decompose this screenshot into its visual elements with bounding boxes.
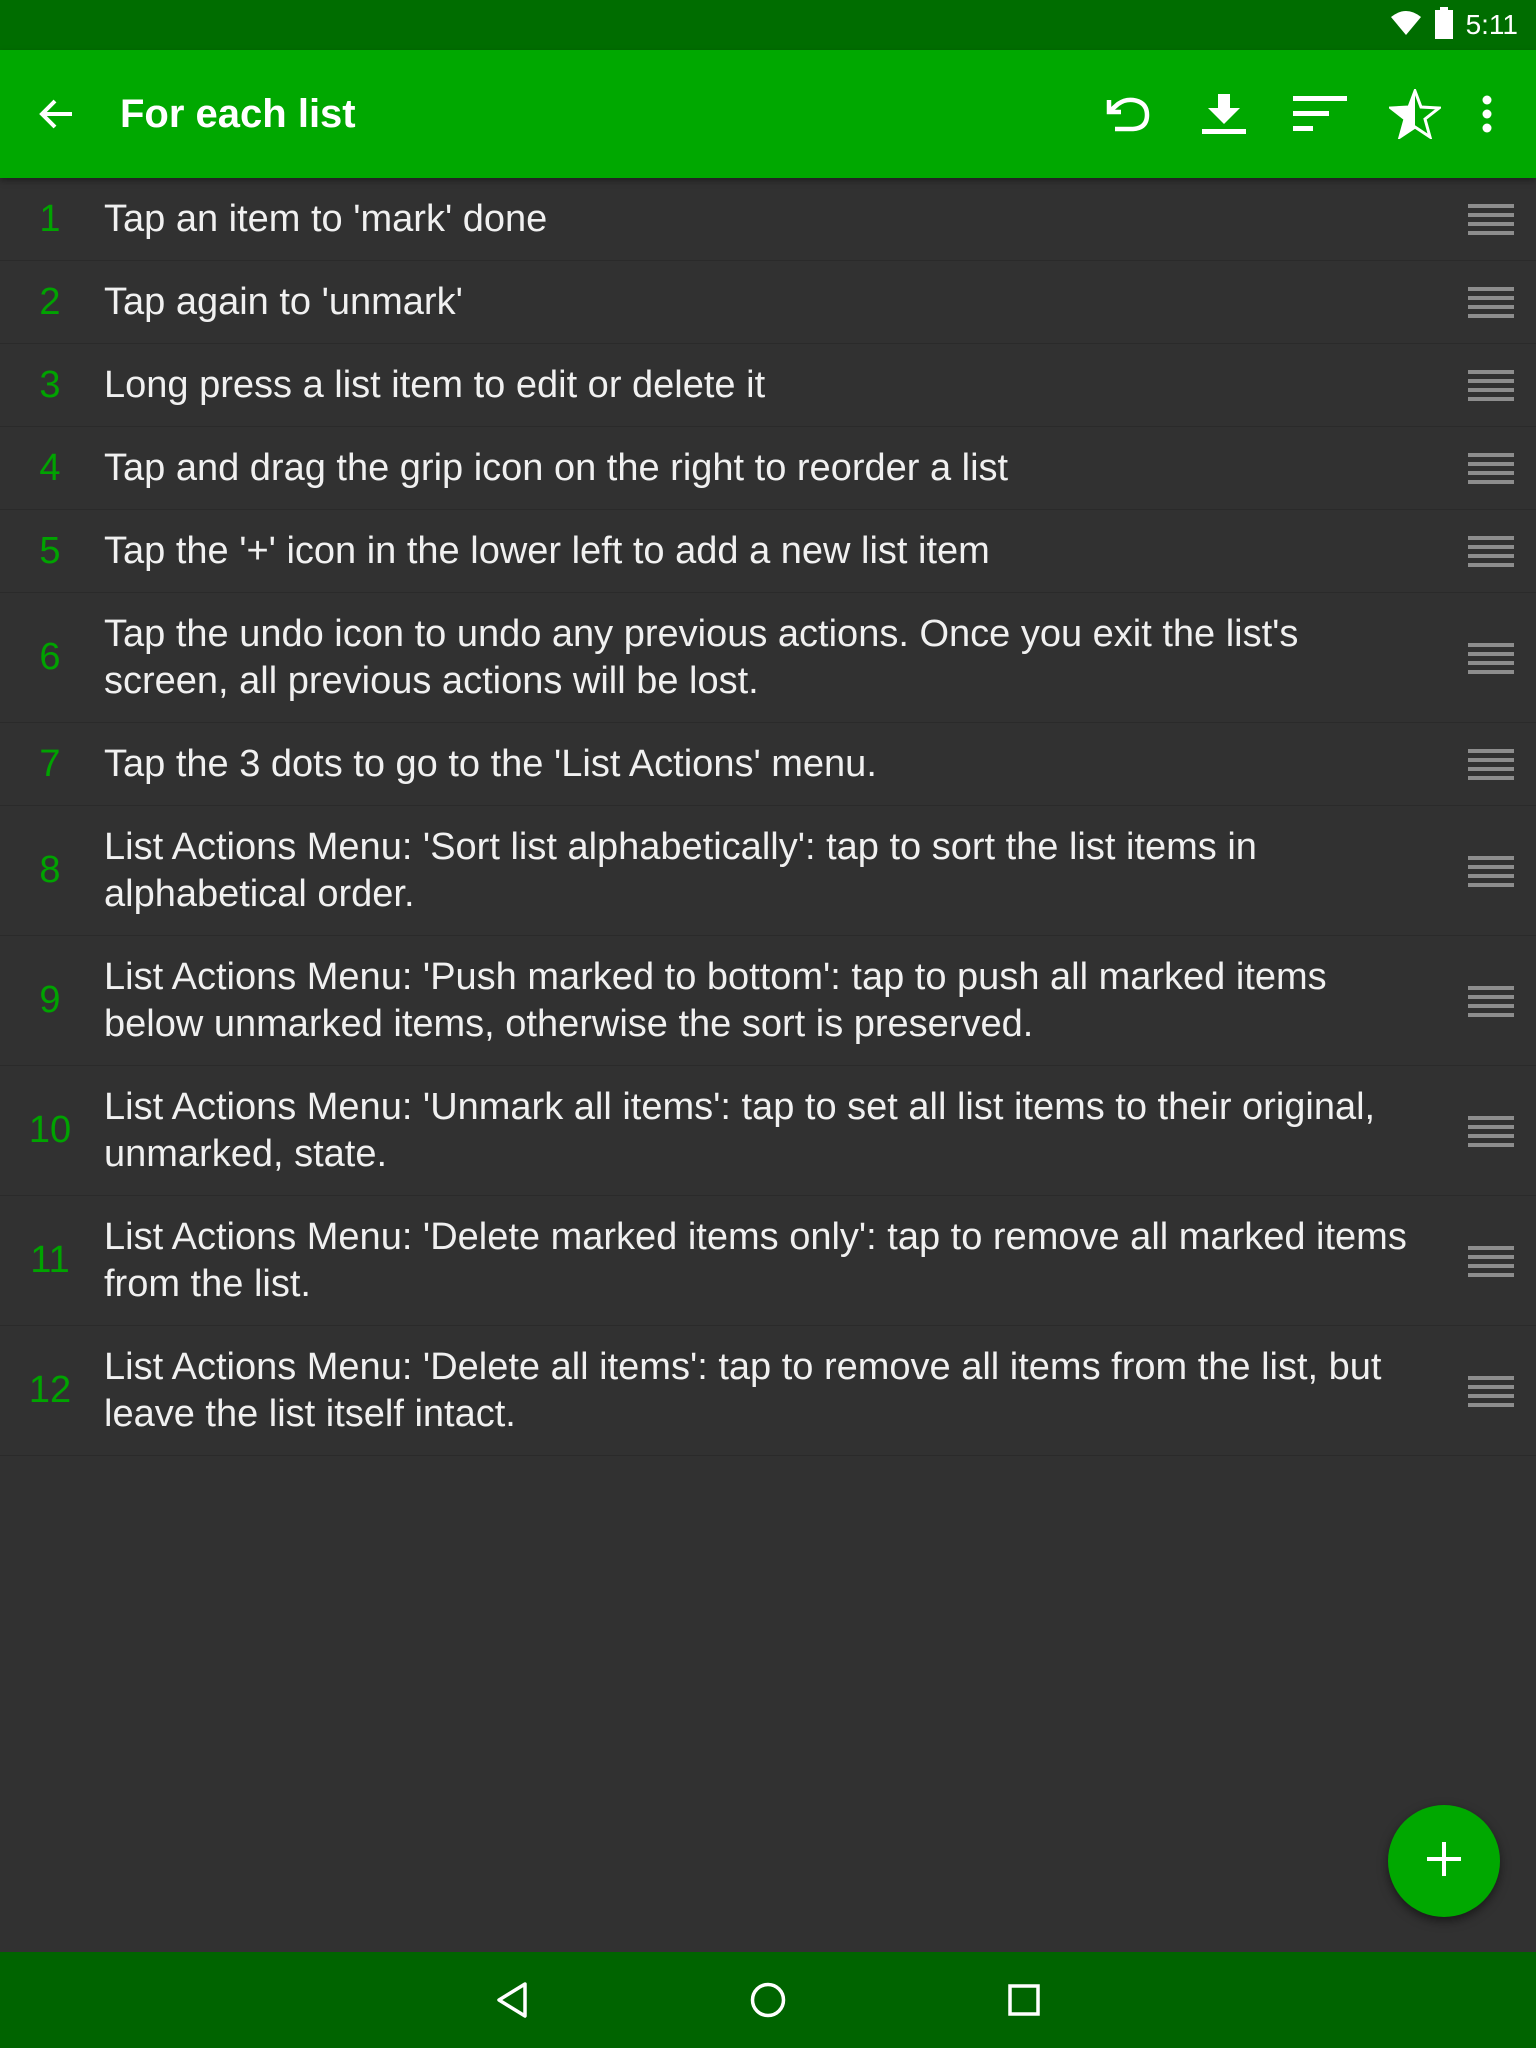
list-item[interactable]: 2 Tap again to 'unmark' xyxy=(0,261,1536,344)
list-item[interactable]: 6 Tap the undo icon to undo any previous… xyxy=(0,593,1536,723)
item-number: 6 xyxy=(39,636,61,678)
item-text: Tap again to 'unmark' xyxy=(104,280,463,323)
sort-icon[interactable] xyxy=(1288,82,1352,146)
item-number: 11 xyxy=(30,1239,70,1281)
system-nav-bar xyxy=(0,1952,1536,2048)
grip-icon[interactable] xyxy=(1446,734,1536,794)
wifi-icon xyxy=(1390,9,1422,42)
item-number: 2 xyxy=(39,280,61,323)
status-icons: 5:11 xyxy=(1390,0,1518,50)
checklist: 1 Tap an item to 'mark' done 2 Tap again… xyxy=(0,178,1536,1456)
status-bar: 5:11 xyxy=(0,0,1536,50)
item-number: 12 xyxy=(28,1369,72,1411)
grip-icon[interactable] xyxy=(1446,189,1536,249)
clock: 5:11 xyxy=(1465,9,1518,40)
recents-square-icon[interactable] xyxy=(992,1968,1056,2032)
undo-icon[interactable] xyxy=(1095,82,1159,146)
item-text: List Actions Menu: 'Push marked to botto… xyxy=(104,955,1327,1045)
item-text: List Actions Menu: 'Delete marked items … xyxy=(104,1215,1407,1305)
item-number: 1 xyxy=(39,197,61,240)
grip-icon[interactable] xyxy=(1446,521,1536,581)
list-item[interactable]: 7 Tap the 3 dots to go to the 'List Acti… xyxy=(0,723,1536,806)
back-arrow-icon[interactable] xyxy=(24,82,88,146)
grip-icon[interactable] xyxy=(1446,628,1536,688)
list-item[interactable]: 5 Tap the '+' icon in the lower left to … xyxy=(0,510,1536,593)
grip-icon[interactable] xyxy=(1446,1361,1536,1421)
list-item[interactable]: 12 List Actions Menu: 'Delete all items'… xyxy=(0,1326,1536,1456)
more-vert-icon[interactable] xyxy=(1455,82,1519,146)
item-text: Tap the undo icon to undo any previous a… xyxy=(104,612,1299,702)
back-triangle-icon[interactable] xyxy=(480,1968,544,2032)
item-text: Tap the 3 dots to go to the 'List Action… xyxy=(104,742,877,785)
item-number: 5 xyxy=(39,529,61,572)
grip-icon[interactable] xyxy=(1446,971,1536,1031)
list-item[interactable]: 10 List Actions Menu: 'Unmark all items'… xyxy=(0,1066,1536,1196)
download-icon[interactable] xyxy=(1192,82,1256,146)
item-number: 8 xyxy=(39,849,61,891)
grip-icon[interactable] xyxy=(1446,841,1536,901)
grip-icon[interactable] xyxy=(1446,272,1536,332)
item-number: 7 xyxy=(39,742,61,785)
grip-icon[interactable] xyxy=(1446,355,1536,415)
item-text: Tap the '+' icon in the lower left to ad… xyxy=(104,529,990,572)
list-item[interactable]: 1 Tap an item to 'mark' done xyxy=(0,178,1536,261)
item-text: Tap and drag the grip icon on the right … xyxy=(104,446,1009,489)
page-title: For each list xyxy=(120,92,356,136)
item-text: List Actions Menu: 'Unmark all items': t… xyxy=(104,1085,1376,1175)
app-toolbar: For each list xyxy=(0,50,1536,178)
grip-icon[interactable] xyxy=(1446,438,1536,498)
add-item-button[interactable] xyxy=(1388,1805,1500,1917)
list-item[interactable]: 11 List Actions Menu: 'Delete marked ite… xyxy=(0,1196,1536,1326)
list-item[interactable]: 8 List Actions Menu: 'Sort list alphabet… xyxy=(0,806,1536,936)
item-number: 4 xyxy=(39,446,61,489)
battery-icon xyxy=(1434,6,1454,44)
plus-icon xyxy=(1427,1841,1461,1881)
item-text: Long press a list item to edit or delete… xyxy=(104,363,766,406)
list-item[interactable]: 4 Tap and drag the grip icon on the righ… xyxy=(0,427,1536,510)
home-circle-icon[interactable] xyxy=(736,1968,800,2032)
grip-icon[interactable] xyxy=(1446,1101,1536,1161)
item-number: 10 xyxy=(28,1109,72,1151)
grip-icon[interactable] xyxy=(1446,1231,1536,1291)
item-text: Tap an item to 'mark' done xyxy=(104,197,548,240)
star-half-icon[interactable] xyxy=(1383,82,1447,146)
list-item[interactable]: 3 Long press a list item to edit or dele… xyxy=(0,344,1536,427)
item-text: List Actions Menu: 'Sort list alphabetic… xyxy=(104,825,1257,915)
item-number: 9 xyxy=(39,979,61,1021)
item-text: List Actions Menu: 'Delete all items': t… xyxy=(104,1345,1382,1435)
list-item[interactable]: 9 List Actions Menu: 'Push marked to bot… xyxy=(0,936,1536,1066)
item-number: 3 xyxy=(39,363,61,406)
